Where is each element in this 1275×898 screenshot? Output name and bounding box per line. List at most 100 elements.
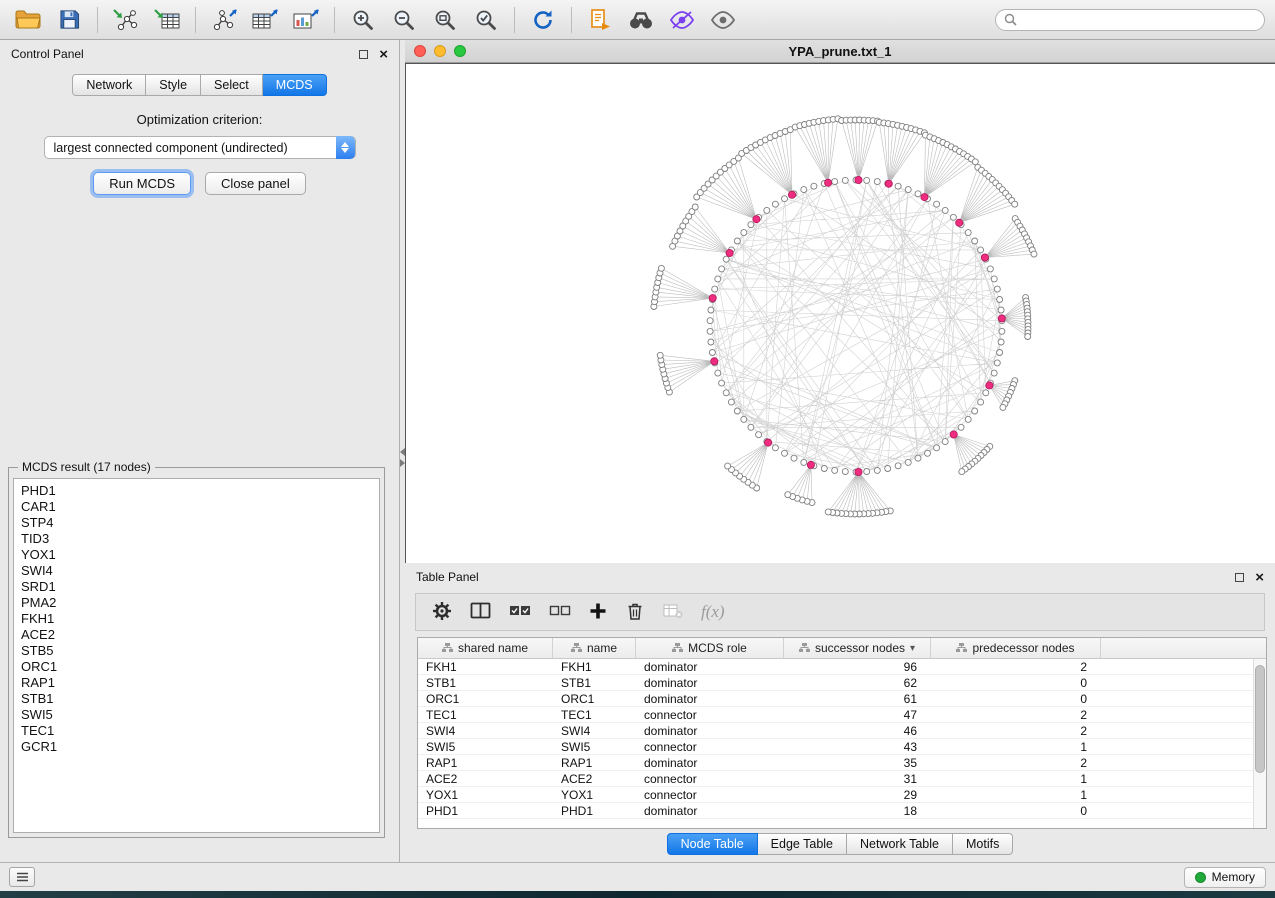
tab-network-table[interactable]: Network Table bbox=[847, 833, 953, 855]
copy-network-icon bbox=[588, 8, 612, 32]
table-scrollbar[interactable] bbox=[1253, 659, 1266, 828]
network-titlebar[interactable]: YPA_prune.txt_1 bbox=[405, 40, 1275, 63]
highlight-view-button[interactable] bbox=[664, 4, 700, 36]
find-button[interactable] bbox=[623, 4, 659, 36]
node-table: shared namenameMCDS rolesuccessor nodes▾… bbox=[417, 637, 1267, 829]
table-cell: 0 bbox=[931, 692, 1101, 706]
export-network-button[interactable] bbox=[206, 4, 242, 36]
table-row[interactable]: SWI5SWI5connector431 bbox=[418, 739, 1253, 755]
memory-button[interactable]: Memory bbox=[1184, 867, 1266, 888]
table-cell: dominator bbox=[636, 724, 784, 738]
copy-network-button[interactable] bbox=[582, 4, 618, 36]
close-panel-icon[interactable]: × bbox=[379, 50, 388, 59]
split-view-button[interactable] bbox=[470, 601, 491, 623]
mcds-result-item[interactable]: PMA2 bbox=[21, 595, 372, 611]
table-cell: 0 bbox=[931, 676, 1101, 690]
run-mcds-button[interactable]: Run MCDS bbox=[93, 172, 191, 195]
tab-node-table[interactable]: Node Table bbox=[667, 833, 758, 855]
open-file-button[interactable] bbox=[10, 4, 46, 36]
import-table-button[interactable] bbox=[149, 4, 185, 36]
zoom-fit-button[interactable] bbox=[427, 4, 463, 36]
mcds-result-item[interactable]: PHD1 bbox=[21, 483, 372, 499]
column-header-successor-nodes[interactable]: successor nodes▾ bbox=[784, 638, 931, 658]
network-canvas[interactable] bbox=[405, 63, 1275, 563]
zoom-in-button[interactable] bbox=[345, 4, 381, 36]
mcds-result-item[interactable]: STB1 bbox=[21, 691, 372, 707]
column-header-MCDS-role[interactable]: MCDS role bbox=[636, 638, 784, 658]
table-row[interactable]: YOX1YOX1connector291 bbox=[418, 787, 1253, 803]
clear-table-button[interactable] bbox=[663, 603, 683, 622]
mcds-result-item[interactable]: CAR1 bbox=[21, 499, 372, 515]
optimization-criterion-label: Optimization criterion: bbox=[0, 112, 399, 127]
table-row[interactable]: TEC1TEC1connector472 bbox=[418, 707, 1253, 723]
table-row[interactable]: STB1STB1dominator620 bbox=[418, 675, 1253, 691]
table-row[interactable]: FKH1FKH1dominator962 bbox=[418, 659, 1253, 675]
tab-select[interactable]: Select bbox=[201, 74, 263, 96]
mcds-result-item[interactable]: STP4 bbox=[21, 515, 372, 531]
tab-network[interactable]: Network bbox=[72, 74, 146, 96]
mcds-result-item[interactable]: SWI4 bbox=[21, 563, 372, 579]
unselect-all-button[interactable] bbox=[549, 603, 571, 621]
mcds-result-item[interactable]: TEC1 bbox=[21, 723, 372, 739]
show-graphics-details-button[interactable] bbox=[705, 4, 741, 36]
mcds-result-list[interactable]: PHD1CAR1STP4TID3YOX1SWI4SRD1PMA2FKH1ACE2… bbox=[13, 478, 380, 833]
function-builder-button[interactable]: f(x) bbox=[701, 602, 725, 622]
mcds-result-item[interactable]: YOX1 bbox=[21, 547, 372, 563]
search-input[interactable] bbox=[1022, 13, 1256, 27]
status-menu-button[interactable] bbox=[9, 867, 35, 887]
mcds-result-item[interactable]: FKH1 bbox=[21, 611, 372, 627]
table-row[interactable]: SWI4SWI4dominator462 bbox=[418, 723, 1253, 739]
refresh-button[interactable] bbox=[525, 4, 561, 36]
search-icon bbox=[1004, 13, 1017, 26]
table-row[interactable]: PHD1PHD1dominator180 bbox=[418, 803, 1253, 819]
mcds-result-item[interactable]: ORC1 bbox=[21, 659, 372, 675]
network-graph bbox=[406, 64, 1275, 563]
export-image-button[interactable] bbox=[288, 4, 324, 36]
mcds-result-item[interactable]: TID3 bbox=[21, 531, 372, 547]
table-row[interactable]: ACE2ACE2connector311 bbox=[418, 771, 1253, 787]
delete-row-button[interactable] bbox=[625, 601, 645, 624]
close-panel-button[interactable]: Close panel bbox=[205, 172, 306, 195]
mcds-result-item[interactable]: RAP1 bbox=[21, 675, 372, 691]
save-session-button[interactable] bbox=[51, 4, 87, 36]
float-panel-icon[interactable] bbox=[1235, 573, 1244, 582]
float-panel-icon[interactable] bbox=[359, 50, 368, 59]
table-cell: connector bbox=[636, 772, 784, 786]
tab-edge-table[interactable]: Edge Table bbox=[758, 833, 847, 855]
scrollbar-thumb[interactable] bbox=[1255, 665, 1265, 773]
sort-descending-icon[interactable]: ▾ bbox=[910, 643, 915, 654]
column-header-shared-name[interactable]: shared name bbox=[418, 638, 553, 658]
tab-motifs[interactable]: Motifs bbox=[953, 833, 1013, 855]
zoom-selected-button[interactable] bbox=[468, 4, 504, 36]
export-image-icon bbox=[292, 8, 320, 32]
clear-table-icon bbox=[663, 603, 683, 619]
mcds-result-item[interactable]: GCR1 bbox=[21, 739, 372, 755]
maximize-window-icon[interactable] bbox=[454, 45, 466, 57]
tab-style[interactable]: Style bbox=[146, 74, 201, 96]
mcds-result-item[interactable]: STB5 bbox=[21, 643, 372, 659]
binoculars-icon bbox=[628, 9, 654, 31]
add-row-button[interactable] bbox=[589, 602, 607, 623]
minimize-window-icon[interactable] bbox=[434, 45, 446, 57]
control-panel-tabs: NetworkStyleSelectMCDS bbox=[0, 74, 399, 96]
export-table-button[interactable] bbox=[247, 4, 283, 36]
search-field[interactable] bbox=[995, 9, 1265, 31]
import-network-button[interactable] bbox=[108, 4, 144, 36]
mcds-result-item[interactable]: SRD1 bbox=[21, 579, 372, 595]
zoom-out-button[interactable] bbox=[386, 4, 422, 36]
tab-mcds[interactable]: MCDS bbox=[263, 74, 327, 96]
close-window-icon[interactable] bbox=[414, 45, 426, 57]
mcds-result-item[interactable]: SWI5 bbox=[21, 707, 372, 723]
column-header-predecessor-nodes[interactable]: predecessor nodes bbox=[931, 638, 1101, 658]
close-panel-icon[interactable]: × bbox=[1255, 573, 1264, 582]
table-row[interactable]: ORC1ORC1dominator610 bbox=[418, 691, 1253, 707]
column-header-name[interactable]: name bbox=[553, 638, 636, 658]
criterion-dropdown[interactable]: largest connected component (undirected) bbox=[44, 136, 356, 159]
table-settings-button[interactable] bbox=[432, 601, 452, 624]
dropdown-stepper-icon[interactable] bbox=[336, 136, 355, 159]
network-window: YPA_prune.txt_1 bbox=[405, 40, 1275, 563]
table-row[interactable]: RAP1RAP1dominator352 bbox=[418, 755, 1253, 771]
table-cell: 96 bbox=[784, 660, 931, 674]
select-all-button[interactable] bbox=[509, 603, 531, 621]
mcds-result-item[interactable]: ACE2 bbox=[21, 627, 372, 643]
